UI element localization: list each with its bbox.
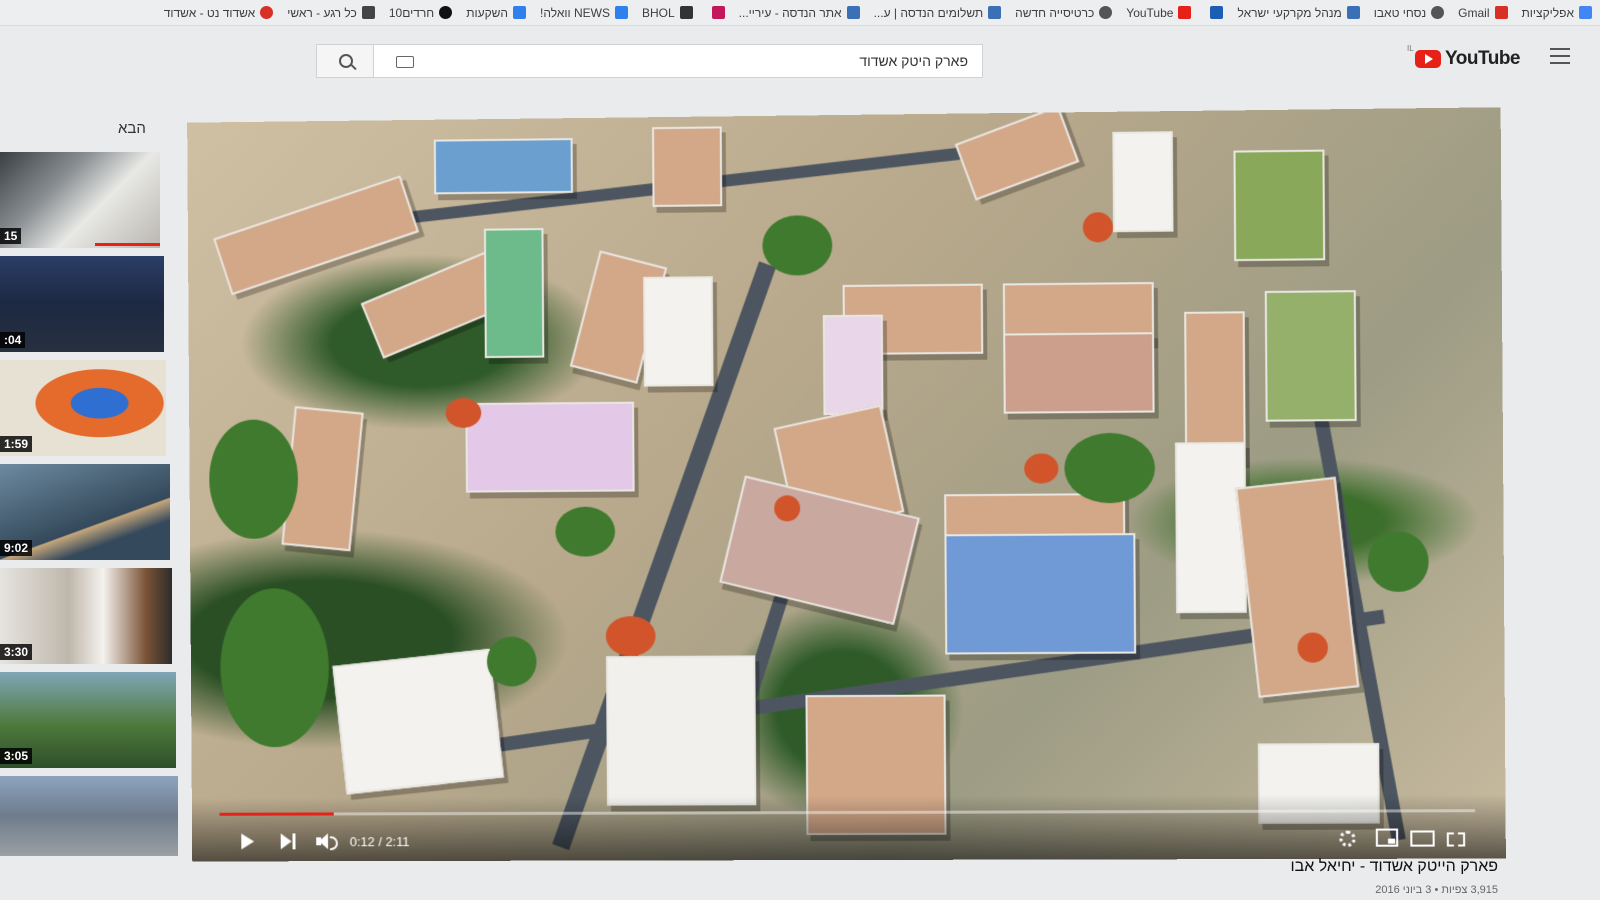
- video-thumbnail[interactable]: :04: [0, 256, 164, 352]
- news-icon: [614, 6, 628, 19]
- bookmark-kol-rega[interactable]: כל רגע - ראשי: [287, 6, 375, 20]
- bookmark-engineering[interactable]: אתר הנדסה - עיריי...: [739, 6, 860, 20]
- gmail-icon: [1494, 6, 1508, 19]
- bookmark-label: מנהל מקרקעי ישראל: [1237, 5, 1342, 20]
- duration-badge: 1:59: [0, 436, 33, 452]
- settings-gear-icon[interactable]: [1339, 830, 1356, 847]
- duration-badge: 3:05: [0, 748, 33, 764]
- bookmark-label: כל רגע - ראשי: [287, 5, 357, 20]
- duration-badge: 3:30: [0, 644, 33, 660]
- bookmark-app[interactable]: [707, 6, 725, 19]
- bookmark-label: השקעות: [466, 5, 509, 20]
- theater-mode-icon[interactable]: [1410, 830, 1435, 847]
- video-thumbnail[interactable]: 3:30: [0, 568, 172, 664]
- youtube-icon: [1178, 6, 1192, 19]
- globe-icon: [1431, 6, 1445, 19]
- bookmark-israel-land[interactable]: מנהל מקרקעי ישראל: [1237, 5, 1360, 20]
- apps-icon: [1579, 6, 1592, 19]
- keyboard-icon[interactable]: [396, 56, 414, 68]
- logo-text: YouTube: [1445, 48, 1520, 69]
- app-icon: [711, 6, 725, 19]
- bookmark-new-tab[interactable]: כרטיסייה חדשה: [1015, 5, 1113, 20]
- time-display: 0:12 / 2:11: [349, 834, 410, 850]
- fullscreen-icon[interactable]: [1446, 832, 1466, 847]
- player-controls: 0:12 / 2:11: [191, 793, 1506, 862]
- video-player[interactable]: 0:12 / 2:11: [187, 107, 1506, 862]
- checkmark-icon: [1210, 6, 1224, 19]
- home-icon: [513, 6, 527, 19]
- up-next-heading: הבא: [118, 120, 146, 137]
- bookmark-payments[interactable]: תשלומים הנדסה | ע...: [874, 6, 1002, 20]
- duration-badge: 15: [0, 228, 22, 244]
- watched-progress: [95, 243, 160, 246]
- youtube-header: IL YouTube פארק היטק אשדוד: [0, 26, 1600, 86]
- bookmark-tabu[interactable]: נסחי טאבו: [1373, 5, 1445, 20]
- progress-bar[interactable]: [219, 809, 1476, 816]
- video-thumbnail[interactable]: 1:59: [0, 360, 166, 456]
- bookmarks-bar: אפליקציות Gmail נסחי טאבו מנהל מקרקעי יש…: [0, 0, 1600, 26]
- duration-badge: :04: [0, 332, 26, 348]
- search-input[interactable]: פארק היטק אשדוד: [373, 44, 983, 78]
- play-icon[interactable]: [241, 833, 255, 850]
- bookmark-apps[interactable]: אפליקציות: [1522, 6, 1592, 20]
- up-next-list: 15 :04 1:59 9:02 3:30 3:05: [0, 152, 180, 864]
- video-title: פארק הייטק אשדוד - יחיאל אבו: [1290, 858, 1498, 875]
- monitor-icon: [679, 6, 693, 19]
- bookmark-check[interactable]: [1205, 6, 1224, 19]
- video-thumbnail[interactable]: [0, 776, 178, 856]
- bookmark-bhol[interactable]: BHOL: [642, 6, 693, 20]
- bookmark-label: NEWS וואלה!: [540, 5, 610, 20]
- bookmark-label: Gmail: [1458, 5, 1490, 20]
- hamburger-menu-icon[interactable]: [1550, 48, 1570, 64]
- video-thumbnail[interactable]: 3:05: [0, 672, 176, 768]
- media-icon: [361, 6, 375, 19]
- bookmark-label: אפליקציות: [1521, 5, 1574, 20]
- youtube-logo[interactable]: IL YouTube: [1407, 44, 1520, 70]
- bookmark-icon: [988, 6, 1002, 19]
- bookmark-haredim10[interactable]: חרדים10: [388, 5, 453, 20]
- list-icon: [1346, 6, 1360, 19]
- duration-badge: 9:02: [0, 540, 33, 556]
- bookmark-label: אשדוד נט - אשדוד: [163, 5, 256, 20]
- search-button[interactable]: [316, 44, 374, 78]
- bookmark-ashdod-net[interactable]: אשדוד נט - אשדוד: [163, 5, 274, 20]
- bookmark-gmail[interactable]: Gmail: [1458, 5, 1508, 20]
- bookmark-walla[interactable]: NEWS וואלה!: [540, 6, 628, 20]
- next-video-icon[interactable]: [281, 833, 297, 849]
- volume-icon[interactable]: [316, 833, 338, 851]
- bookmark-label: BHOL: [641, 5, 675, 20]
- search-query: פארק היטק אשדוד: [859, 53, 968, 69]
- logo-country: IL: [1407, 44, 1414, 53]
- city-icon: [846, 6, 860, 19]
- progress-played: [219, 812, 334, 816]
- video-meta: 3,915 צפיות • 3 ביוני 2016: [1375, 884, 1498, 896]
- bookmark-label: אתר הנדסה - עיריי...: [738, 5, 842, 20]
- youtube-play-icon: [1415, 50, 1442, 68]
- heart-icon: [260, 6, 274, 19]
- miniplayer-icon[interactable]: [1375, 828, 1399, 847]
- bookmark-label: חרדים10: [388, 5, 435, 20]
- bookmark-label: תשלומים הנדסה | ע...: [873, 5, 984, 20]
- bookmark-label: כרטיסייה חדשה: [1015, 5, 1095, 20]
- video-frame-architecture-model: [187, 107, 1506, 862]
- bookmark-investments[interactable]: השקעות: [466, 5, 527, 20]
- bookmark-label: נסחי טאבו: [1373, 5, 1427, 20]
- globe-icon: [1099, 6, 1113, 19]
- news10-icon: [439, 6, 453, 19]
- bookmark-youtube[interactable]: YouTube: [1126, 5, 1192, 20]
- video-thumbnail[interactable]: 9:02: [0, 464, 170, 560]
- bookmark-label: YouTube: [1126, 5, 1174, 20]
- video-thumbnail[interactable]: 15: [0, 152, 160, 248]
